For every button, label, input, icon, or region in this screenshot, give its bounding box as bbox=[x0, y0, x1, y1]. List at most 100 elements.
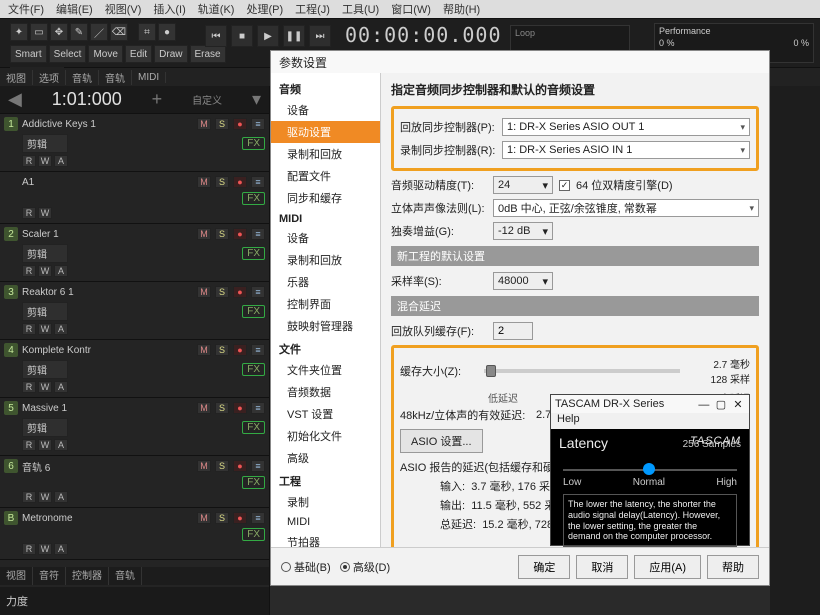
fx-button[interactable]: FX bbox=[242, 421, 265, 434]
arm-button[interactable]: ● bbox=[233, 460, 247, 472]
track-preset[interactable]: 剪辑 bbox=[22, 360, 68, 379]
pause-button[interactable]: ❚❚ bbox=[283, 25, 305, 47]
write-automation[interactable]: W bbox=[38, 439, 52, 451]
write-automation[interactable]: W bbox=[38, 155, 52, 167]
sample-rate-select[interactable]: 48000▾ bbox=[493, 272, 553, 290]
nav-item[interactable]: 控制界面 bbox=[271, 293, 380, 315]
track-name[interactable]: Metronome bbox=[22, 513, 193, 524]
track-name[interactable]: Addictive Keys 1 bbox=[22, 119, 193, 130]
waveform-icon[interactable]: ≡ bbox=[251, 402, 265, 414]
read-automation[interactable]: R bbox=[22, 543, 36, 555]
write-automation[interactable]: W bbox=[38, 323, 52, 335]
asio-settings-button[interactable]: ASIO 设置... bbox=[400, 429, 483, 453]
track-preset[interactable]: 剪辑 bbox=[22, 134, 68, 153]
write-automation[interactable]: W bbox=[38, 543, 52, 555]
tool-draw[interactable]: ／ bbox=[90, 23, 108, 41]
nav-item[interactable]: 配置文件 bbox=[271, 165, 380, 187]
track-name[interactable]: Reaktor 6 1 bbox=[22, 287, 193, 298]
solo-button[interactable]: S bbox=[215, 118, 229, 130]
solo-gain-select[interactable]: -12 dB▾ bbox=[493, 222, 553, 240]
solo-button[interactable]: S bbox=[215, 512, 229, 524]
menu-track[interactable]: 轨道(K) bbox=[198, 1, 235, 17]
bottom-tabs[interactable]: 视图 音符 控制器 音轨 bbox=[0, 567, 270, 585]
channel-a[interactable]: A bbox=[54, 265, 68, 277]
rewind-button[interactable]: ⏮ bbox=[205, 25, 227, 47]
mute-button[interactable]: M bbox=[197, 402, 211, 414]
menu-insert[interactable]: 插入(I) bbox=[153, 1, 185, 17]
solo-button[interactable]: S bbox=[215, 286, 229, 298]
mute-button[interactable]: M bbox=[197, 512, 211, 524]
forward-button[interactable]: ⏭ bbox=[309, 25, 331, 47]
mute-button[interactable]: M bbox=[197, 228, 211, 240]
menu-window[interactable]: 窗口(W) bbox=[391, 1, 431, 17]
nav-item[interactable]: 录制和回放 bbox=[271, 143, 380, 165]
menu-project[interactable]: 工程(J) bbox=[295, 1, 330, 17]
tab-midi[interactable]: MIDI bbox=[132, 72, 166, 83]
arm-button[interactable]: ● bbox=[233, 344, 247, 356]
bottom-controllers[interactable]: 控制器 bbox=[66, 567, 109, 585]
track-name[interactable]: 音轨 6 bbox=[22, 459, 193, 474]
arm-button[interactable]: ● bbox=[233, 176, 247, 188]
waveform-icon[interactable]: ≡ bbox=[251, 460, 265, 472]
buffer-size-slider[interactable] bbox=[484, 369, 680, 373]
tascam-help-menu[interactable]: Help bbox=[557, 413, 580, 425]
stop-button[interactable]: ■ bbox=[231, 25, 253, 47]
track-name[interactable]: A1 bbox=[22, 177, 193, 188]
nav-item[interactable]: 节拍器 bbox=[271, 531, 380, 547]
snap-toggle[interactable]: ⌗ bbox=[138, 23, 156, 41]
track-name[interactable]: Komplete Kontr bbox=[22, 345, 193, 356]
arrange-area[interactable] bbox=[770, 86, 820, 615]
maximize-icon[interactable]: ▢ bbox=[714, 398, 728, 411]
tool-edit[interactable]: ✎ bbox=[70, 23, 88, 41]
solo-button[interactable]: S bbox=[215, 176, 229, 188]
track-row[interactable]: 4 Komplete Kontr M S ● ≡ 剪辑 FX R W A bbox=[0, 340, 269, 398]
channel-a[interactable]: A bbox=[54, 323, 68, 335]
track-name[interactable]: Scaler 1 bbox=[22, 229, 193, 240]
channel-a[interactable]: A bbox=[54, 439, 68, 451]
play-button[interactable]: ▶ bbox=[257, 25, 279, 47]
track-preset[interactable]: 剪辑 bbox=[22, 244, 68, 263]
tool-erase[interactable]: ⌫ bbox=[110, 23, 128, 41]
nav-item[interactable]: 音频数据 bbox=[271, 381, 380, 403]
menu-edit[interactable]: 编辑(E) bbox=[56, 1, 93, 17]
channel-a[interactable]: A bbox=[54, 381, 68, 393]
fx-button[interactable]: FX bbox=[242, 476, 265, 489]
track-row[interactable]: A1 M S ● ≡ FX R W bbox=[0, 172, 269, 224]
fx-button[interactable]: FX bbox=[242, 192, 265, 205]
record-sync-select[interactable]: 1: DR-X Series ASIO IN 1▾ bbox=[502, 141, 750, 159]
write-automation[interactable]: W bbox=[38, 265, 52, 277]
read-automation[interactable]: R bbox=[22, 439, 36, 451]
latency-slider[interactable] bbox=[563, 469, 737, 471]
read-automation[interactable]: R bbox=[22, 381, 36, 393]
waveform-icon[interactable]: ≡ bbox=[251, 228, 265, 240]
tab-track2[interactable]: 音轨 bbox=[99, 70, 132, 85]
basic-radio[interactable] bbox=[281, 562, 291, 572]
cancel-button[interactable]: 取消 bbox=[576, 555, 628, 579]
channel-a[interactable]: A bbox=[54, 155, 68, 167]
write-automation[interactable]: W bbox=[38, 381, 52, 393]
tool-move[interactable]: ✥ bbox=[50, 23, 68, 41]
channel-a[interactable]: A bbox=[54, 491, 68, 503]
solo-button[interactable]: S bbox=[215, 344, 229, 356]
menu-tools[interactable]: 工具(U) bbox=[342, 1, 379, 17]
tab-options[interactable]: 选项 bbox=[33, 70, 66, 85]
fx-button[interactable]: FX bbox=[242, 305, 265, 318]
track-row[interactable]: 6 音轨 6 M S ● ≡ FX R W A bbox=[0, 456, 269, 508]
apply-button[interactable]: 应用(A) bbox=[634, 555, 701, 579]
solo-button[interactable]: S bbox=[215, 460, 229, 472]
bottom-tracks[interactable]: 音轨 bbox=[109, 567, 142, 585]
solo-button[interactable]: S bbox=[215, 228, 229, 240]
nav-item[interactable]: 初始化文件 bbox=[271, 425, 380, 447]
tool-select[interactable]: ▭ bbox=[30, 23, 48, 41]
ok-button[interactable]: 确定 bbox=[518, 555, 570, 579]
arm-button[interactable]: ● bbox=[233, 402, 247, 414]
arm-button[interactable]: ● bbox=[233, 512, 247, 524]
mute-toggle[interactable]: ● bbox=[158, 23, 176, 41]
track-preset[interactable]: 剪辑 bbox=[22, 302, 68, 321]
64bit-engine-checkbox[interactable]: ✓ bbox=[559, 180, 570, 191]
waveform-icon[interactable]: ≡ bbox=[251, 344, 265, 356]
mute-button[interactable]: M bbox=[197, 118, 211, 130]
nav-item[interactable]: 录制和回放 bbox=[271, 249, 380, 271]
pan-law-select[interactable]: 0dB 中心, 正弦/余弦锥度, 常数幂▾ bbox=[493, 199, 759, 217]
write-automation[interactable]: W bbox=[38, 207, 52, 219]
